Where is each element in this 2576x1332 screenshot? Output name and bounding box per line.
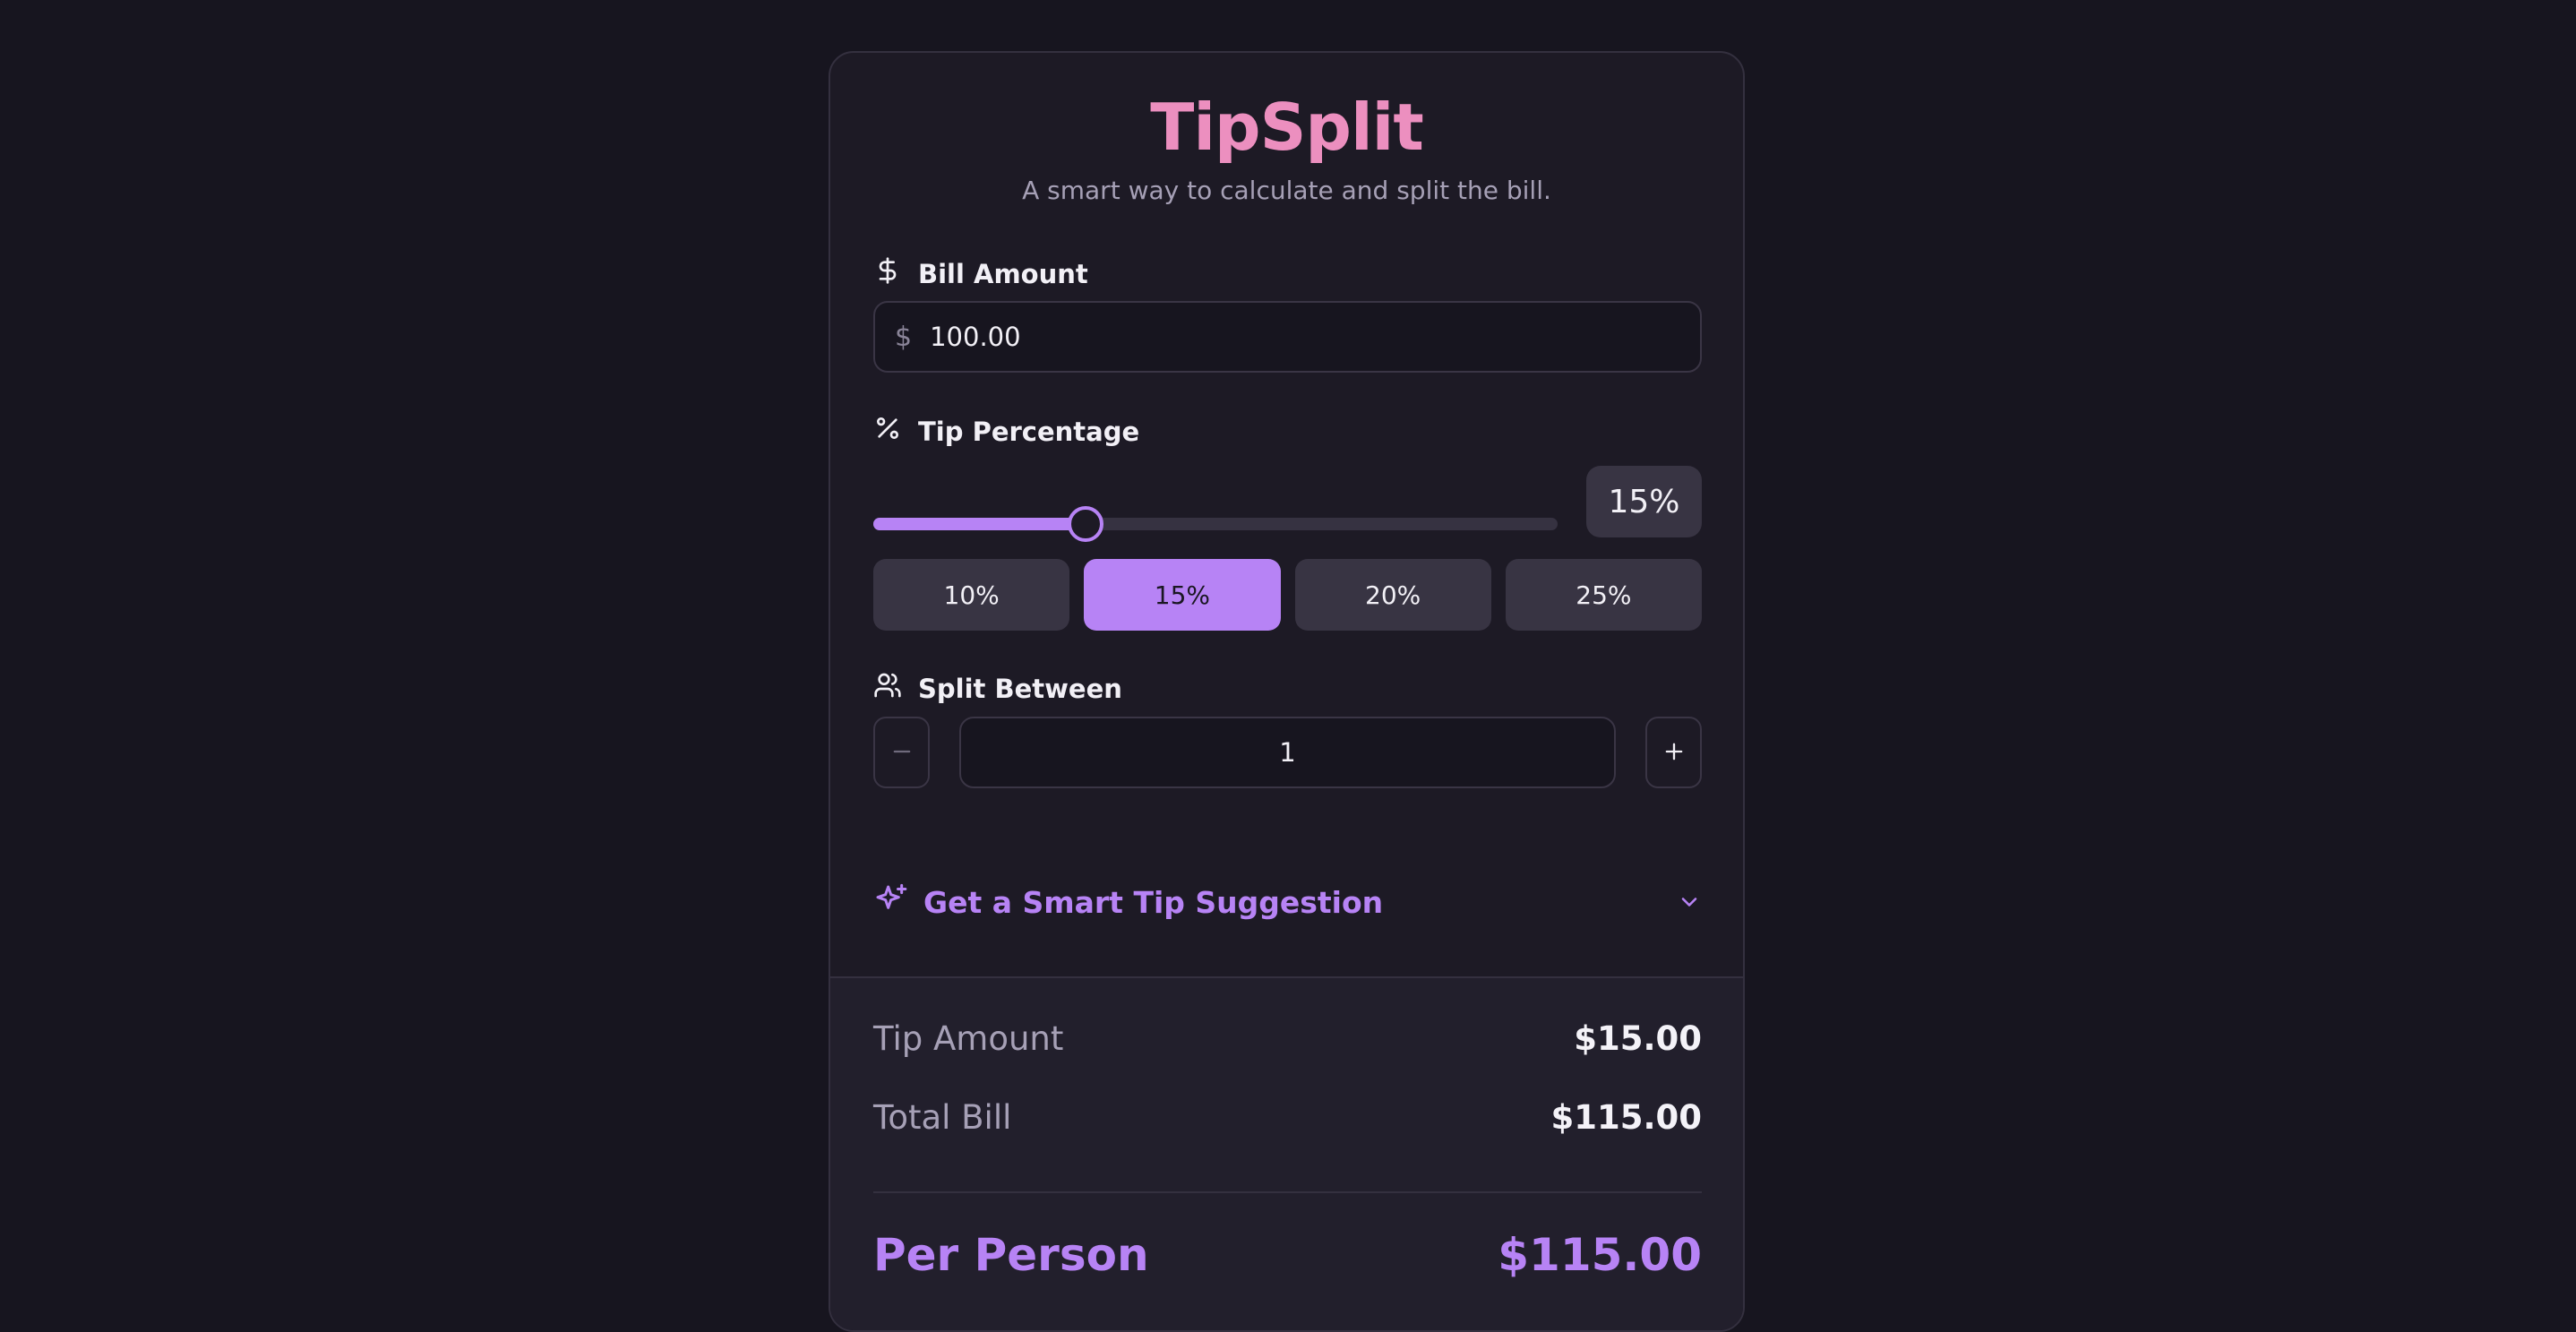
per-person-label: Per Person [873, 1229, 1149, 1281]
chevron-down-icon [1677, 889, 1702, 915]
tip-preset-10-button[interactable]: 10% [873, 559, 1070, 631]
decrease-people-button[interactable] [873, 717, 930, 788]
tip-presets: 10% 15% 20% 25% [873, 559, 1702, 631]
smart-tip-toggle[interactable]: Get a Smart Tip Suggestion [873, 877, 1702, 927]
tip-preset-15-button[interactable]: 15% [1084, 559, 1281, 631]
results-panel: Tip Amount $15.00 Total Bill $115.00 Per… [830, 976, 1743, 1330]
total-bill-row: Total Bill $115.00 [873, 1098, 1702, 1137]
header: TipSplit A smart way to calculate and sp… [830, 90, 1743, 206]
tip-calculator-card: TipSplit A smart way to calculate and sp… [829, 51, 1745, 1332]
people-count-field[interactable]: 1 [959, 717, 1616, 788]
smart-tip-label: Get a Smart Tip Suggestion [923, 884, 1384, 920]
percent-icon [873, 414, 902, 449]
tip-slider[interactable] [873, 501, 1558, 547]
tip-percentage-label-text: Tip Percentage [918, 416, 1140, 447]
currency-prefix: $ [895, 321, 913, 353]
tip-amount-value: $15.00 [1574, 1019, 1702, 1058]
sparkles-icon [873, 882, 909, 922]
tip-percentage-label: Tip Percentage [873, 414, 1139, 449]
app-title: TipSplit [1150, 90, 1424, 165]
tip-percentage-display: 15% [1586, 466, 1702, 537]
per-person-value: $115.00 [1498, 1229, 1702, 1281]
bill-amount-label-text: Bill Amount [918, 258, 1088, 289]
slider-fill [873, 518, 1086, 530]
total-bill-value: $115.00 [1550, 1098, 1702, 1137]
tip-amount-label: Tip Amount [873, 1019, 1064, 1058]
increase-people-button[interactable] [1645, 717, 1702, 788]
total-bill-label: Total Bill [873, 1098, 1012, 1137]
divider [873, 1191, 1702, 1193]
users-icon [873, 671, 902, 706]
bill-amount-label: Bill Amount [873, 256, 1088, 291]
plus-icon [1662, 739, 1687, 767]
bill-amount-field[interactable]: $ [873, 301, 1702, 373]
slider-thumb[interactable] [1067, 506, 1103, 542]
split-between-label-text: Split Between [918, 673, 1122, 704]
bill-amount-input[interactable] [930, 322, 1558, 352]
tip-preset-25-button[interactable]: 25% [1505, 559, 1702, 631]
tip-preset-20-button[interactable]: 20% [1294, 559, 1491, 631]
per-person-row: Per Person $115.00 [873, 1229, 1702, 1281]
minus-icon [889, 739, 914, 767]
app-subtitle: A smart way to calculate and split the b… [1022, 176, 1551, 206]
dollar-icon [873, 256, 902, 291]
split-between-label: Split Between [873, 671, 1122, 706]
tip-amount-row: Tip Amount $15.00 [873, 1019, 1702, 1058]
